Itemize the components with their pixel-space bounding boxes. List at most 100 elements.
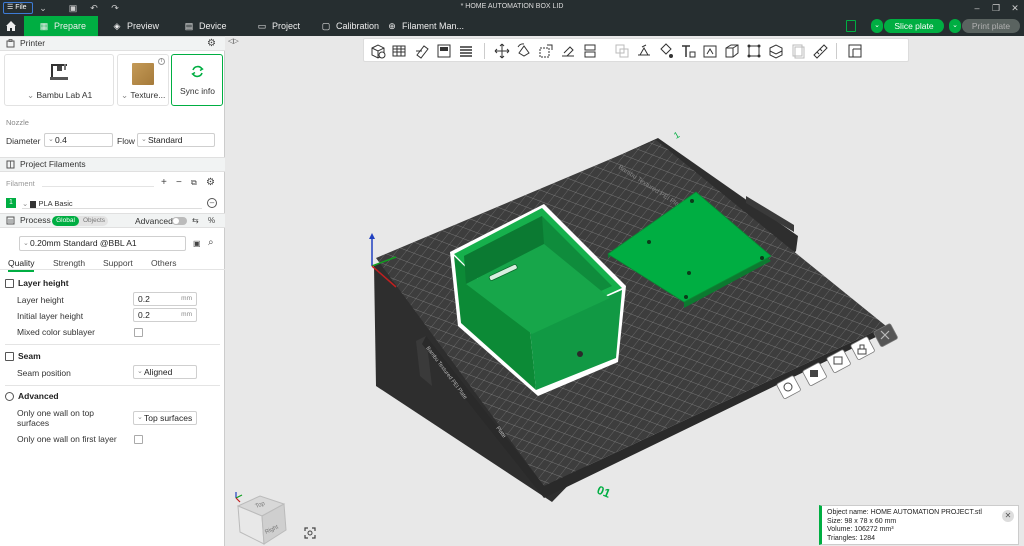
remove-filament-circle-icon[interactable]: – xyxy=(207,198,217,208)
split-layers-icon[interactable] xyxy=(458,43,474,59)
tab-strength[interactable]: Strength xyxy=(53,258,85,268)
nozzle-title: Nozzle xyxy=(6,118,29,127)
restore-icon[interactable]: ❐ xyxy=(989,1,1003,15)
filaments-section-title: Project Filaments xyxy=(20,159,86,169)
close-info-icon[interactable]: ✕ xyxy=(1002,510,1014,522)
svg-emboss-icon[interactable] xyxy=(702,43,718,59)
chevron-down-icon: ⌄ xyxy=(48,136,54,143)
variable-layer-icon[interactable] xyxy=(768,43,784,59)
toggle-knob xyxy=(173,218,179,224)
printer-icon xyxy=(6,39,15,48)
plate-type-selector[interactable]: ⌄ Texture... xyxy=(121,90,165,101)
flow-select[interactable]: ⌄ Standard xyxy=(137,133,215,147)
chevron-down-icon: ⌄ xyxy=(137,414,143,421)
initial-layer-height-label: Initial layer height xyxy=(17,311,84,321)
divider xyxy=(0,269,225,270)
remove-filament-icon[interactable]: − xyxy=(176,178,182,188)
filament-select[interactable]: ⌄ PLA Basic xyxy=(22,199,73,208)
only-one-wall-top-select[interactable]: ⌄ Top surfaces xyxy=(133,411,197,425)
plate-layout-icon[interactable] xyxy=(846,20,856,32)
search-icon[interactable]: ⌕ xyxy=(208,238,214,248)
color-paint-icon[interactable] xyxy=(658,43,674,59)
assembly-icon[interactable] xyxy=(790,43,806,59)
printer-card[interactable]: ⌄ Bambu Lab A1 xyxy=(4,54,114,106)
advanced-group-title: Advanced xyxy=(5,391,59,401)
objects-toggle-option[interactable]: Objects xyxy=(80,216,108,226)
calibration-icon: ▢ xyxy=(321,21,331,31)
support-paint-icon[interactable] xyxy=(636,43,652,59)
boolean-icon[interactable] xyxy=(614,43,630,59)
nozzle-diameter-select[interactable]: ⌄ 0.4 xyxy=(44,133,113,147)
printer-model-selector[interactable]: ⌄ Bambu Lab A1 xyxy=(27,90,92,101)
only-one-wall-first-checkbox[interactable] xyxy=(134,435,143,444)
ruler-icon[interactable] xyxy=(812,43,828,59)
tab-prepare[interactable]: ▦ Prepare xyxy=(24,16,98,36)
tab-filament-manager[interactable]: ⊕ Filament Man... xyxy=(386,16,464,36)
filament-index-badge: 1 xyxy=(6,198,16,208)
tab-project[interactable]: ▭ Project xyxy=(256,16,300,36)
cut-icon[interactable] xyxy=(582,43,598,59)
3d-viewport[interactable]: ◁▷ Bambu Textured PEI Plate Bambu Textur… xyxy=(226,36,1024,546)
box-hole xyxy=(577,351,583,357)
measure-box-icon[interactable] xyxy=(724,43,740,59)
lid-screw-hole xyxy=(690,199,694,203)
filament-sync-icon[interactable]: ⧉ xyxy=(191,178,197,188)
info-icon[interactable]: i xyxy=(158,58,165,65)
seam-icon xyxy=(5,352,14,361)
home-icon[interactable] xyxy=(5,20,17,32)
rotate-icon[interactable] xyxy=(516,43,532,59)
object-size: Size: 98 x 78 x 60 mm xyxy=(827,517,897,525)
tab-others[interactable]: Others xyxy=(151,258,177,268)
process-preset-select[interactable]: ⌄ 0.20mm Standard @BBL A1 xyxy=(19,236,186,251)
seam-position-select[interactable]: ⌄ Aligned xyxy=(133,365,197,379)
slice-dropdown-button[interactable]: ⌄ xyxy=(871,19,883,33)
mixed-color-sublayer-checkbox[interactable] xyxy=(134,328,143,337)
filament-settings-gear-icon[interactable]: ⚙ xyxy=(206,178,215,188)
sync-info-button[interactable]: Sync info xyxy=(171,54,223,106)
printer-settings-gear-icon[interactable]: ⚙ xyxy=(207,39,216,49)
plate-number: 01 xyxy=(595,483,613,501)
seam-position-value: Aligned xyxy=(144,367,173,377)
object-toolbar xyxy=(363,38,909,62)
advanced-toggle[interactable] xyxy=(172,217,187,225)
lay-on-face-icon[interactable] xyxy=(560,43,576,59)
add-object-icon[interactable] xyxy=(370,43,386,59)
tab-preview[interactable]: ◈ Preview xyxy=(111,16,159,36)
measure-icon[interactable] xyxy=(746,43,762,59)
print-plate-button[interactable]: Print plate xyxy=(962,19,1020,33)
compare-presets-icon[interactable]: ⇆ xyxy=(192,216,199,226)
global-toggle-option[interactable]: Global xyxy=(52,216,79,226)
global-objects-toggle[interactable]: Global Objects xyxy=(52,216,108,226)
tab-device[interactable]: ▤ Device xyxy=(183,16,227,36)
add-plate-icon[interactable] xyxy=(391,43,407,59)
only-one-wall-top-value: Top surfaces xyxy=(144,413,193,423)
minimize-icon[interactable]: – xyxy=(970,1,984,15)
printer-model-label: Bambu Lab A1 xyxy=(36,90,93,100)
print-dropdown-button[interactable]: ⌄ xyxy=(949,19,961,33)
layer-height-label: Layer height xyxy=(17,295,64,305)
build-plate-scene[interactable]: Bambu Textured PEI Plate Bambu Textured … xyxy=(226,36,1024,546)
scale-icon[interactable] xyxy=(538,43,554,59)
view-cube[interactable]: Top Right xyxy=(232,490,296,546)
arrange-icon[interactable] xyxy=(436,43,452,59)
process-section-title: Process xyxy=(20,215,51,225)
tab-calibration[interactable]: ▢ Calibration xyxy=(320,16,379,36)
plate-type-card[interactable]: i ⌄ Texture... xyxy=(117,54,169,106)
text-emboss-icon[interactable] xyxy=(680,43,696,59)
slice-plate-button[interactable]: Slice plate xyxy=(884,19,944,33)
save-preset-icon[interactable]: ▣ xyxy=(193,239,201,249)
unit-label: mm xyxy=(181,295,192,302)
initial-layer-height-input[interactable]: 0.2 mm xyxy=(133,308,197,322)
layer-height-input[interactable]: 0.2 mm xyxy=(133,292,197,306)
percent-icon[interactable]: % xyxy=(208,216,215,226)
add-filament-icon[interactable]: + xyxy=(161,178,167,188)
orient-icon[interactable] xyxy=(414,43,430,59)
tab-support[interactable]: Support xyxy=(103,258,133,268)
lid-screw-hole xyxy=(687,271,691,275)
fit-view-icon[interactable] xyxy=(304,527,316,539)
explosion-view-icon[interactable] xyxy=(847,43,863,59)
only-one-wall-top-label: Only one wall on top surfaces xyxy=(17,408,95,428)
close-icon[interactable]: ✕ xyxy=(1008,1,1022,15)
seam-group-label: Seam xyxy=(18,351,41,361)
move-icon[interactable] xyxy=(494,43,510,59)
